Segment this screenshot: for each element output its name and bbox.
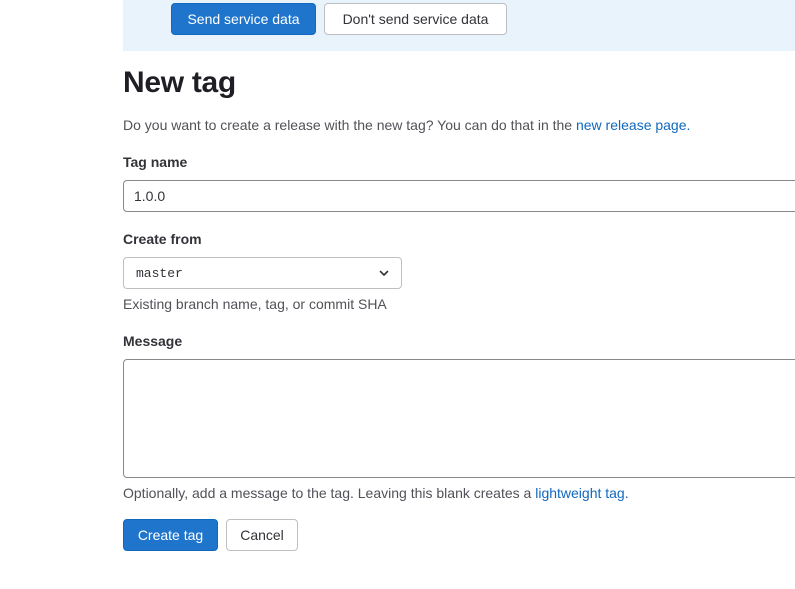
- page-title: New tag: [123, 66, 236, 99]
- create-from-selected-value: master: [136, 265, 183, 281]
- lightweight-tag-link[interactable]: lightweight tag.: [535, 485, 628, 501]
- tag-name-value: 1.0.0: [134, 188, 166, 204]
- message-textarea[interactable]: [123, 359, 795, 478]
- create-from-dropdown[interactable]: master: [123, 257, 402, 289]
- tag-name-input[interactable]: 1.0.0: [123, 180, 795, 212]
- cancel-button[interactable]: Cancel: [226, 519, 298, 551]
- create-from-label: Create from: [123, 231, 202, 247]
- send-service-data-button[interactable]: Send service data: [171, 3, 316, 35]
- create-tag-button[interactable]: Create tag: [123, 519, 218, 551]
- new-release-page-link[interactable]: new release page.: [576, 117, 690, 133]
- create-from-help-text: Existing branch name, tag, or commit SHA: [123, 296, 387, 312]
- dont-send-service-data-button[interactable]: Don't send service data: [324, 3, 507, 35]
- chevron-down-icon: [379, 268, 389, 278]
- message-label: Message: [123, 333, 183, 349]
- release-intro-label: Do you want to create a release with the…: [123, 117, 576, 133]
- release-intro-text: Do you want to create a release with the…: [123, 117, 690, 133]
- tag-name-label: Tag name: [123, 154, 188, 170]
- message-help-text: Optionally, add a message to the tag. Le…: [123, 485, 629, 501]
- message-help-label: Optionally, add a message to the tag. Le…: [123, 485, 536, 501]
